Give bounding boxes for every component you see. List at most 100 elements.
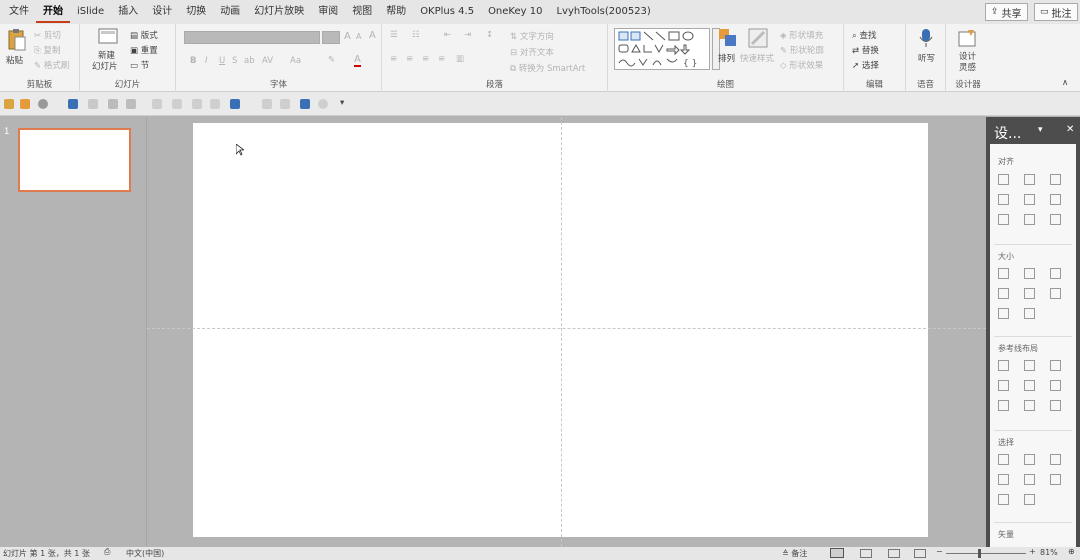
slide-thumbnail[interactable] <box>18 128 131 192</box>
arrange-icon[interactable] <box>718 28 738 48</box>
reset-button[interactable]: ▣ 重置 <box>130 44 158 56</box>
char-spacing-icon[interactable]: AV <box>262 56 273 66</box>
align-tool-icon-2[interactable] <box>1050 174 1061 185</box>
tab-11[interactable]: OKPlus 4.5 <box>413 2 481 23</box>
align-tool-icon-3[interactable] <box>998 194 1009 205</box>
microphone-icon[interactable] <box>919 28 933 51</box>
tab-9[interactable]: 视图 <box>345 2 379 23</box>
comments-button[interactable]: ▭ 批注 <box>1034 3 1078 21</box>
picture-quick-icon[interactable] <box>300 99 310 109</box>
italic-icon[interactable]: I <box>205 56 208 66</box>
text-quick-icon[interactable] <box>108 99 118 109</box>
clear-format-icon[interactable]: A <box>369 30 376 41</box>
tab-10[interactable]: 帮助 <box>379 2 413 23</box>
select-tool-icon-5[interactable] <box>1050 474 1061 485</box>
zoom-in-icon[interactable]: + <box>1029 547 1036 556</box>
guide-tool-icon-6[interactable] <box>998 400 1009 411</box>
tab-8[interactable]: 审阅 <box>311 2 345 23</box>
decrease-font-icon[interactable]: A <box>356 32 361 41</box>
increase-indent-icon[interactable]: ⇥ <box>464 30 471 40</box>
convert-smartart-button[interactable]: ⧉ 转换为 SmartArt <box>510 62 585 74</box>
zoom-slider[interactable] <box>946 553 1026 554</box>
align-tool-icon-4[interactable] <box>1024 194 1035 205</box>
shape-quick-icon[interactable] <box>230 99 240 109</box>
tab-3[interactable]: 插入 <box>111 2 145 23</box>
layout-button[interactable]: ▤ 版式 <box>130 29 158 41</box>
bold-icon[interactable]: B <box>190 56 196 66</box>
strikethrough-icon[interactable]: ab <box>244 56 255 66</box>
underline-icon[interactable]: U <box>219 56 225 66</box>
increase-font-icon[interactable]: A <box>344 31 351 42</box>
tab-7[interactable]: 幻灯片放映 <box>247 2 311 23</box>
horizontal-guide[interactable] <box>147 328 986 329</box>
select-tool-icon-6[interactable] <box>998 494 1009 505</box>
align-tool-icon-8[interactable] <box>1050 214 1061 225</box>
slide-sorter-icon[interactable] <box>860 549 872 558</box>
shape-outline-button[interactable]: ✎ 形状轮廓 <box>780 44 824 56</box>
size-tool-icon-2[interactable] <box>1050 268 1061 279</box>
select-tool-icon-4[interactable] <box>1024 474 1035 485</box>
reading-view-icon[interactable] <box>888 549 900 558</box>
size-tool-icon-4[interactable] <box>1024 288 1035 299</box>
replace-button[interactable]: ⇄ 替换 <box>852 44 879 56</box>
save-icon[interactable] <box>4 99 14 109</box>
shape-fill-button[interactable]: ◈ 形状填充 <box>780 29 823 41</box>
line-spacing-icon[interactable]: ↕ <box>486 30 493 40</box>
paste-button[interactable]: 粘贴 <box>6 54 23 66</box>
size-tool-icon-6[interactable] <box>998 308 1009 319</box>
arrange-button[interactable]: 排列 <box>718 52 735 64</box>
zoom-out-icon[interactable]: − <box>936 547 943 556</box>
group-quick-icon[interactable] <box>152 99 162 109</box>
tab-6[interactable]: 动画 <box>213 2 247 23</box>
image-quick-icon[interactable] <box>192 99 202 109</box>
guide-tool-icon-2[interactable] <box>1050 360 1061 371</box>
tab-13[interactable]: LvyhTools(200523) <box>549 2 657 23</box>
size-tool-icon-1[interactable] <box>1024 268 1035 279</box>
close-icon[interactable]: ✕ <box>1066 124 1074 135</box>
tab-4[interactable]: 设计 <box>145 2 179 23</box>
font-name-dropdown[interactable] <box>184 31 320 44</box>
copy-button[interactable]: ⎘ 复制 <box>34 44 61 56</box>
cut-button[interactable]: ✂ 剪切 <box>34 29 61 41</box>
slideshow-icon[interactable] <box>914 549 926 558</box>
size-tool-icon-7[interactable] <box>1024 308 1035 319</box>
new-slide-label-2[interactable]: 幻灯片 <box>92 60 118 72</box>
size-tool-icon-0[interactable] <box>998 268 1009 279</box>
select-tool-icon-0[interactable] <box>998 454 1009 465</box>
table-quick-icon[interactable] <box>210 99 220 109</box>
spellcheck-icon[interactable]: ⎙ <box>104 547 110 557</box>
highlight-icon[interactable]: ✎ <box>328 55 335 65</box>
language-indicator[interactable]: 中文(中国) <box>126 548 164 559</box>
tab-1[interactable]: 开始 <box>36 2 70 23</box>
section-button[interactable]: ▭ 节 <box>130 59 149 71</box>
align-left-icon[interactable]: ≡ <box>390 54 397 64</box>
guide-tool-icon-4[interactable] <box>1024 380 1035 391</box>
size-tool-icon-5[interactable] <box>1050 288 1061 299</box>
quick-styles-icon[interactable] <box>748 28 768 48</box>
justify-icon[interactable]: ≡ <box>438 54 445 64</box>
columns-icon[interactable]: ▥ <box>456 54 464 64</box>
bullets-icon[interactable]: ☰ <box>390 30 398 40</box>
normal-view-icon[interactable] <box>830 548 844 558</box>
guide-tool-icon-0[interactable] <box>998 360 1009 371</box>
guide-tool-icon-7[interactable] <box>1024 400 1035 411</box>
customize-qat-icon[interactable]: ▾ <box>340 98 344 108</box>
vertical-guide[interactable] <box>561 117 562 547</box>
crop-quick-icon[interactable] <box>172 99 182 109</box>
paste-icon[interactable] <box>6 28 26 52</box>
select-tool-icon-3[interactable] <box>998 474 1009 485</box>
align-tool-icon-6[interactable] <box>998 214 1009 225</box>
text-direction-button[interactable]: ⇅ 文字方向 <box>510 30 554 42</box>
tab-5[interactable]: 切换 <box>179 2 213 23</box>
align-quick-icon[interactable] <box>88 99 98 109</box>
align-text-button[interactable]: ⊟ 对齐文本 <box>510 46 554 58</box>
align-tool-icon-1[interactable] <box>1024 174 1035 185</box>
notes-button[interactable]: ≙ 备注 <box>782 548 807 559</box>
size-tool-icon-3[interactable] <box>998 288 1009 299</box>
select-tool-icon-7[interactable] <box>1024 494 1035 505</box>
designer-icon[interactable] <box>958 28 978 51</box>
tab-12[interactable]: OneKey 10 <box>481 2 549 23</box>
merge-quick-icon[interactable] <box>262 99 272 109</box>
collapse-ribbon-icon[interactable]: ∧ <box>1062 78 1068 88</box>
dictate-button[interactable]: 听写 <box>918 52 935 64</box>
